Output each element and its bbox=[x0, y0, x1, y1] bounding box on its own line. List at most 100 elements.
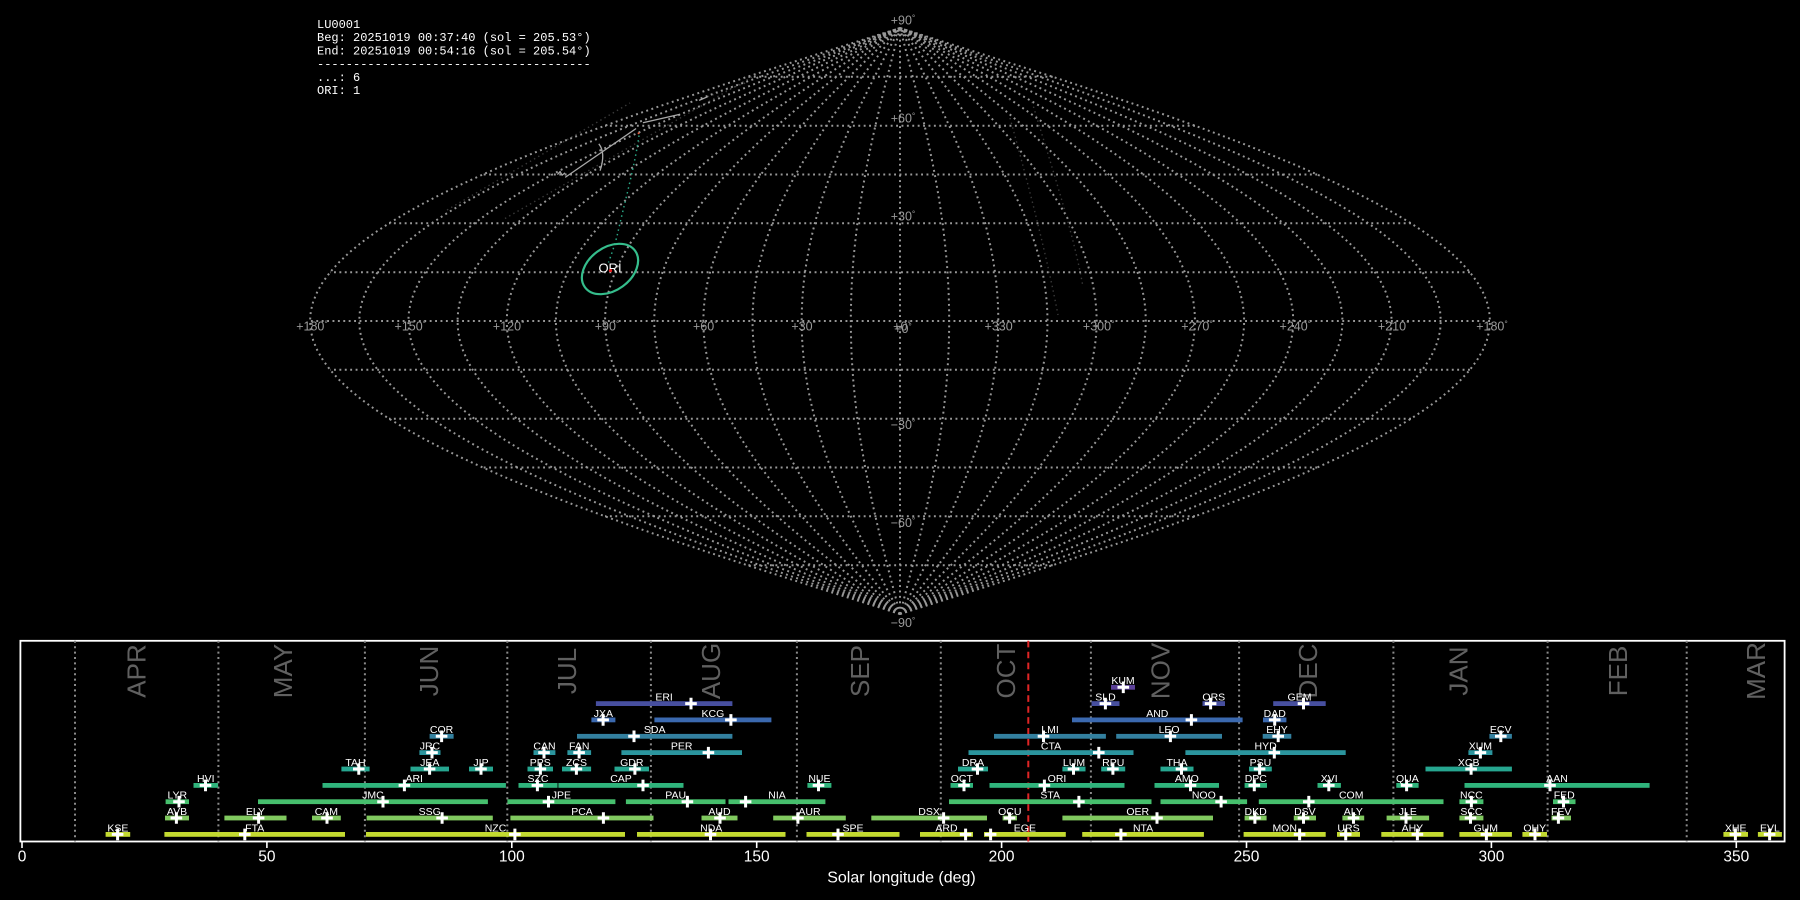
svg-text:FTA: FTA bbox=[245, 822, 264, 834]
svg-text:ORS: ORS bbox=[1202, 692, 1225, 704]
svg-text:300: 300 bbox=[1478, 849, 1504, 866]
svg-text:ALY: ALY bbox=[1344, 806, 1363, 818]
svg-text:ERI: ERI bbox=[655, 692, 673, 704]
svg-text:CAN: CAN bbox=[533, 741, 555, 753]
svg-text:−30°: −30° bbox=[891, 417, 916, 432]
svg-text:AUD: AUD bbox=[708, 806, 731, 818]
svg-text:DKD: DKD bbox=[1245, 806, 1268, 818]
svg-text:NCC: NCC bbox=[1460, 790, 1483, 802]
svg-text:JIP: JIP bbox=[473, 757, 488, 769]
svg-text:EGE: EGE bbox=[1014, 822, 1036, 834]
svg-text:150: 150 bbox=[744, 849, 770, 866]
svg-text:PPS: PPS bbox=[530, 757, 551, 769]
svg-text:JRC: JRC bbox=[420, 741, 441, 753]
svg-text:250: 250 bbox=[1234, 849, 1260, 866]
svg-text:------------------------------: -------------------------------------- bbox=[317, 58, 591, 72]
svg-text:NZC: NZC bbox=[485, 822, 507, 834]
svg-text:AUR: AUR bbox=[798, 806, 821, 818]
svg-text:FAN: FAN bbox=[569, 741, 589, 753]
svg-text:ORI: 1: ORI: 1 bbox=[317, 84, 360, 98]
svg-text:THA: THA bbox=[1167, 757, 1188, 769]
svg-text:GDR: GDR bbox=[620, 757, 644, 769]
svg-text:+180°: +180° bbox=[296, 318, 328, 333]
svg-text:LUM: LUM bbox=[1063, 757, 1085, 769]
svg-text:DSV: DSV bbox=[1294, 806, 1316, 818]
svg-text:KUM: KUM bbox=[1111, 675, 1134, 687]
svg-text:ARI: ARI bbox=[405, 773, 423, 785]
svg-text:AND: AND bbox=[1146, 708, 1169, 720]
svg-text:NUE: NUE bbox=[808, 773, 830, 785]
svg-text:ECV: ECV bbox=[1490, 724, 1512, 736]
svg-text:NIA: NIA bbox=[768, 790, 786, 802]
svg-text:+120°: +120° bbox=[493, 318, 525, 333]
svg-text:FEB: FEB bbox=[1603, 646, 1633, 697]
svg-text:ZCS: ZCS bbox=[566, 757, 587, 769]
svg-text:FED: FED bbox=[1554, 790, 1575, 802]
svg-text:SLD: SLD bbox=[1095, 692, 1116, 704]
svg-text:Solar longitude (deg): Solar longitude (deg) bbox=[827, 870, 976, 887]
svg-text:+90°: +90° bbox=[891, 12, 916, 27]
svg-text:AHY: AHY bbox=[1402, 822, 1424, 834]
svg-text:SEP: SEP bbox=[845, 645, 875, 697]
svg-text:XHE: XHE bbox=[1725, 822, 1747, 834]
svg-text:0: 0 bbox=[18, 849, 27, 866]
svg-text:JMC: JMC bbox=[362, 790, 384, 802]
svg-text:ORI: ORI bbox=[598, 261, 621, 276]
svg-text:MON: MON bbox=[1272, 822, 1297, 834]
svg-text:SSG: SSG bbox=[419, 806, 441, 818]
svg-text:OCU: OCU bbox=[998, 806, 1021, 818]
svg-text:+270°: +270° bbox=[1181, 318, 1213, 333]
svg-text:JUL: JUL bbox=[552, 648, 582, 694]
svg-text:PSU: PSU bbox=[1250, 757, 1272, 769]
svg-text:CAP: CAP bbox=[610, 773, 632, 785]
svg-text:PER: PER bbox=[671, 741, 693, 753]
svg-text:HVI: HVI bbox=[197, 773, 215, 785]
svg-text:COR: COR bbox=[430, 724, 454, 736]
svg-text:+60°: +60° bbox=[891, 111, 916, 126]
svg-text:CAM: CAM bbox=[315, 806, 338, 818]
svg-text:+30°: +30° bbox=[891, 209, 916, 224]
svg-text:350: 350 bbox=[1723, 849, 1749, 866]
svg-text:MAY: MAY bbox=[268, 644, 298, 698]
svg-text:JUN: JUN bbox=[414, 646, 444, 697]
svg-text:QUA: QUA bbox=[1396, 773, 1419, 785]
svg-text:AMO: AMO bbox=[1175, 773, 1199, 785]
svg-text:End: 20251019 00:54:16 (sol =: End: 20251019 00:54:16 (sol = 205.54°) bbox=[317, 44, 591, 58]
svg-text:100: 100 bbox=[499, 849, 525, 866]
svg-text:COM: COM bbox=[1339, 790, 1364, 802]
svg-text:+330°: +330° bbox=[985, 318, 1017, 333]
svg-text:LEO: LEO bbox=[1159, 724, 1180, 736]
svg-text:...: 6: ...: 6 bbox=[317, 71, 360, 85]
svg-text:GUM: GUM bbox=[1473, 822, 1498, 834]
svg-text:+150°: +150° bbox=[395, 318, 427, 333]
svg-text:ORI: ORI bbox=[1048, 773, 1067, 785]
svg-text:ARD: ARD bbox=[935, 822, 958, 834]
svg-text:GEM: GEM bbox=[1288, 692, 1312, 704]
svg-text:TAH: TAH bbox=[345, 757, 365, 769]
svg-text:AUG: AUG bbox=[696, 643, 726, 699]
svg-text:XCB: XCB bbox=[1458, 757, 1480, 769]
svg-text:+210°: +210° bbox=[1378, 318, 1410, 333]
svg-text:200: 200 bbox=[989, 849, 1015, 866]
svg-text:ELY: ELY bbox=[246, 806, 265, 818]
svg-text:PCA: PCA bbox=[571, 806, 593, 818]
svg-text:OER: OER bbox=[1126, 806, 1149, 818]
svg-text:OHY: OHY bbox=[1523, 822, 1546, 834]
svg-text:KCG: KCG bbox=[702, 708, 725, 720]
svg-text:+300°: +300° bbox=[1083, 318, 1115, 333]
svg-text:50: 50 bbox=[258, 849, 276, 866]
svg-text:APR: APR bbox=[122, 644, 152, 697]
svg-text:XUM: XUM bbox=[1469, 741, 1492, 753]
svg-text:+30°: +30° bbox=[791, 318, 816, 333]
svg-text:NDA: NDA bbox=[700, 822, 722, 834]
svg-text:Beg: 20251019 00:37:40 (sol =: Beg: 20251019 00:37:40 (sol = 205.53°) bbox=[317, 31, 591, 45]
svg-text:DAD: DAD bbox=[1264, 708, 1287, 720]
svg-text:+90°: +90° bbox=[595, 318, 620, 333]
svg-text:+240°: +240° bbox=[1280, 318, 1312, 333]
svg-text:EHY: EHY bbox=[1266, 724, 1288, 736]
svg-text:PAU: PAU bbox=[665, 790, 686, 802]
svg-text:SZC: SZC bbox=[528, 773, 549, 785]
svg-text:SPE: SPE bbox=[842, 822, 863, 834]
svg-text:+60°: +60° bbox=[693, 318, 718, 333]
svg-text:+180°: +180° bbox=[1476, 318, 1508, 333]
